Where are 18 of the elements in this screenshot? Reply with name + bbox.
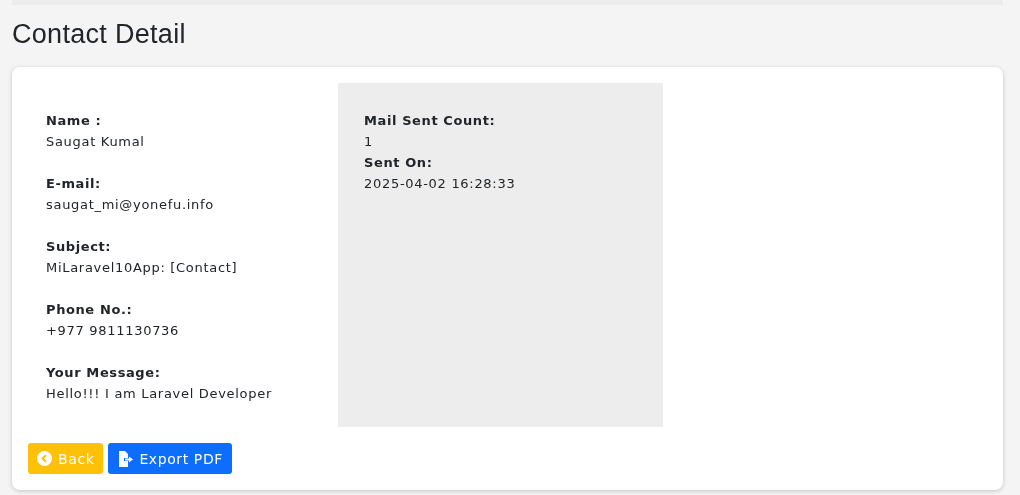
- field-label: Phone No.:: [46, 301, 133, 319]
- field-label: Your Message:: [46, 364, 161, 382]
- field-value: Saugat Kumal: [46, 133, 145, 151]
- export-pdf-button[interactable]: Export PDF: [108, 443, 232, 474]
- field-value: saugat_mi@yonefu.info: [46, 196, 214, 214]
- field-label: Name :: [46, 112, 102, 130]
- info-value: 2025-04-02 16:28:33: [364, 175, 516, 193]
- info-label: Mail Sent Count:: [364, 112, 496, 130]
- field-label: Subject:: [46, 238, 112, 256]
- field-value: +977 9811130736: [46, 322, 180, 340]
- info-label: Sent On:: [364, 154, 433, 172]
- file-export-icon: [117, 450, 134, 467]
- page-title: Contact Detail: [12, 19, 187, 50]
- field-value: MiLaravel10App: [Contact]: [46, 259, 238, 277]
- info-value: 1: [364, 133, 373, 151]
- field-value: Hello!!! I am Laravel Developer: [46, 385, 272, 403]
- field-label: E-mail:: [46, 175, 101, 193]
- back-icon: [37, 451, 52, 466]
